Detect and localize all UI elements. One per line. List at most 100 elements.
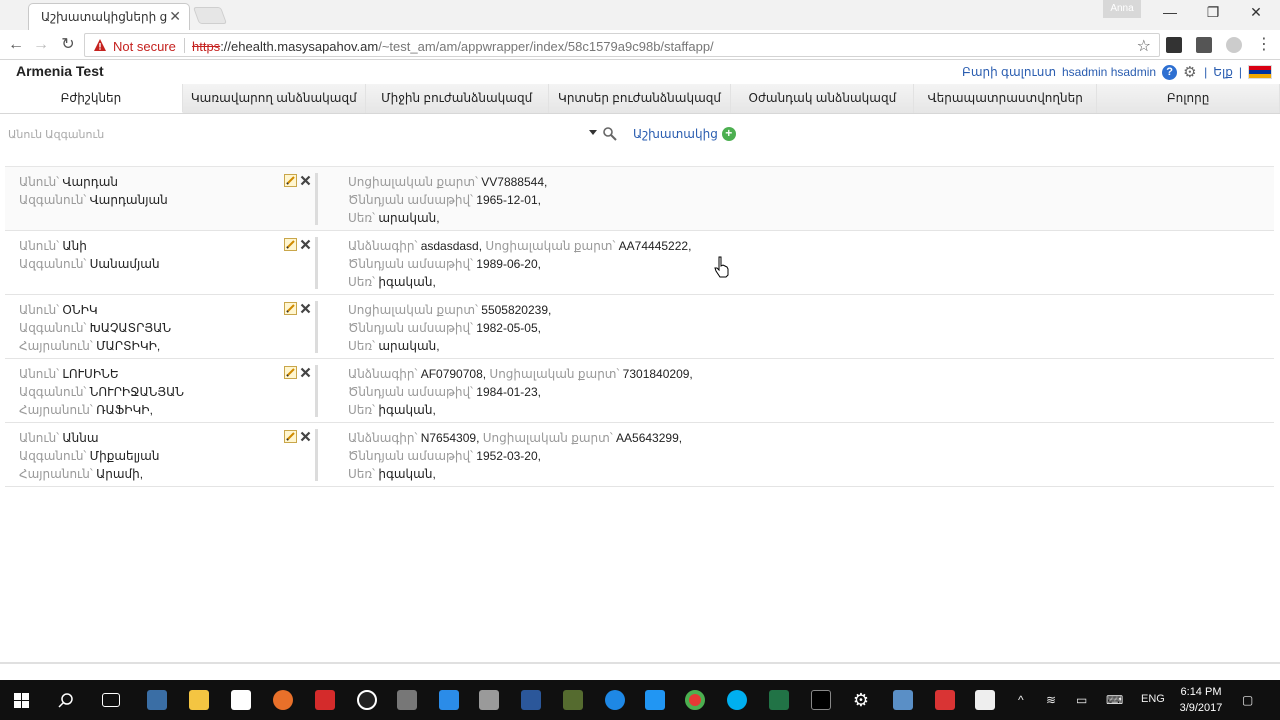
taskbar-clock[interactable]: 6:14 PM 3/9/2017 bbox=[1172, 684, 1230, 716]
staff-row[interactable]: Անուն՝ Աննա Ազգանուն՝ Միքաելյան Հայրանու… bbox=[5, 423, 1274, 487]
edit-pencil-icon[interactable] bbox=[284, 174, 297, 187]
delete-x-icon[interactable] bbox=[300, 239, 311, 250]
last-name-line: Ազգանուն՝ Միքաելյան bbox=[19, 447, 279, 465]
gender-value: իգական, bbox=[378, 275, 436, 289]
gender-line: Սեռ՝ իգական, bbox=[348, 273, 1248, 291]
chrome-icon[interactable] bbox=[685, 690, 705, 710]
user-link[interactable]: hsadmin hsadmin bbox=[1062, 65, 1156, 79]
extension-reader-icon[interactable] bbox=[1196, 37, 1212, 53]
profile-button[interactable]: Anna bbox=[1103, 0, 1141, 18]
tab-trainees[interactable]: Վերապատրաստվողներ bbox=[914, 84, 1098, 113]
browser-menu-icon[interactable]: ⋮ bbox=[1254, 35, 1274, 55]
edit-pencil-icon[interactable] bbox=[284, 366, 297, 379]
notification-icon[interactable]: ▢ bbox=[1242, 693, 1253, 707]
edit-pencil-icon[interactable] bbox=[284, 302, 297, 315]
terminal-icon[interactable] bbox=[811, 690, 831, 710]
staff-row[interactable]: Անուն՝ ՕՆԻԿ Ազգանուն՝ ԽԱՉԱՏՐՅԱՆ Հայրանու… bbox=[5, 295, 1274, 359]
forward-icon[interactable]: → bbox=[31, 35, 51, 55]
delete-x-icon[interactable] bbox=[300, 431, 311, 442]
staff-names: Անուն՝ Վարդան Ազգանուն՝ Վարդանյան bbox=[19, 173, 279, 209]
photos-icon[interactable] bbox=[975, 690, 995, 710]
dropbox-icon[interactable] bbox=[439, 690, 459, 710]
extension-k-icon[interactable] bbox=[1166, 37, 1182, 53]
birthdate-value: 1989-06-20, bbox=[476, 257, 541, 271]
social-card-value: VV7888544, bbox=[481, 175, 548, 189]
chevron-up-icon[interactable]: ^ bbox=[1018, 693, 1024, 707]
tab-doctors[interactable]: Բժիշկներ bbox=[0, 84, 183, 113]
task-view-icon[interactable] bbox=[102, 693, 120, 707]
edit-pencil-icon[interactable] bbox=[284, 430, 297, 443]
browser-tab[interactable]: Աշխատակիցների ցուց ✕ bbox=[28, 3, 190, 30]
tab-management-staff[interactable]: Կառավարող անձնակազմ bbox=[182, 84, 366, 113]
battery-icon[interactable]: ▭ bbox=[1076, 693, 1087, 707]
tab-junior-medical-staff[interactable]: Կրտսեր բուժանձնակազմ bbox=[548, 84, 732, 113]
last-name-value: Միքաելյան bbox=[89, 449, 160, 463]
first-name-line: Անուն՝ ՕՆԻԿ bbox=[19, 301, 279, 319]
window-close-icon[interactable]: ✕ bbox=[1246, 4, 1266, 22]
word-icon[interactable] bbox=[521, 690, 541, 710]
last-name-line: Ազգանուն՝ Վարդանյան bbox=[19, 191, 279, 209]
last-name-label: Ազգանուն՝ bbox=[19, 193, 90, 207]
header-links: Բարի գալուստ hsadmin hsadmin ? ⚙ | Ելք | bbox=[962, 64, 1272, 80]
browser-toolbar: ← → ↻ Not secure https://ehealth.masysap… bbox=[0, 30, 1280, 60]
chevron-down-icon[interactable] bbox=[589, 130, 597, 135]
keyboard-icon[interactable]: ⌨ bbox=[1106, 693, 1123, 707]
tab-title: Աշխատակիցների ցուց bbox=[41, 10, 167, 24]
reload-icon[interactable]: ↻ bbox=[58, 35, 78, 55]
page-bottom-border bbox=[0, 662, 1280, 664]
app-blue-icon[interactable] bbox=[645, 690, 665, 710]
last-name-line: Ազգանուն՝ ՆՈՒՐԻՋԱՆՅԱՆ bbox=[19, 383, 279, 401]
delete-x-icon[interactable] bbox=[300, 367, 311, 378]
app-window-icon[interactable] bbox=[893, 690, 913, 710]
address-bar[interactable]: Not secure https://ehealth.masysapahov.a… bbox=[84, 33, 1160, 57]
close-tab-icon[interactable]: ✕ bbox=[169, 8, 181, 25]
excel-icon[interactable] bbox=[769, 690, 789, 710]
search-icon[interactable] bbox=[602, 126, 618, 142]
edge-icon[interactable] bbox=[605, 690, 625, 710]
app-green-icon[interactable] bbox=[563, 690, 583, 710]
bookmark-star-icon[interactable]: ☆ bbox=[1137, 36, 1151, 56]
minimize-icon[interactable]: — bbox=[1160, 4, 1180, 22]
app-gray-icon[interactable] bbox=[397, 690, 417, 710]
name-search-input[interactable] bbox=[8, 124, 603, 146]
delete-x-icon[interactable] bbox=[300, 175, 311, 186]
language-indicator[interactable]: ENG bbox=[1141, 693, 1165, 705]
back-icon[interactable]: ← bbox=[6, 35, 26, 55]
tab-support-staff[interactable]: Օժանդակ անձնակազմ bbox=[731, 84, 915, 113]
tab-mid-medical-staff[interactable]: Միջին բուժանձնակազմ bbox=[365, 84, 549, 113]
delete-x-icon[interactable] bbox=[300, 303, 311, 314]
patronymic-line: Հայրանուն՝ ՄԱՐՏԻԿԻ, bbox=[19, 337, 279, 355]
windows-start-icon[interactable] bbox=[14, 693, 29, 708]
first-name-label: Անուն՝ bbox=[19, 239, 63, 253]
app-tool-icon[interactable] bbox=[479, 690, 499, 710]
passport-label: Անձնագիր՝ bbox=[348, 239, 421, 253]
tab-all[interactable]: Բոլորը bbox=[1097, 84, 1280, 113]
file-explorer-icon[interactable] bbox=[189, 690, 209, 710]
firefox-icon[interactable] bbox=[273, 690, 293, 710]
gear-icon[interactable]: ⚙ bbox=[1183, 65, 1198, 80]
staff-row[interactable]: Անուն՝ Վարդան Ազգանուն՝ Վարդանյան Սոցիալ… bbox=[5, 167, 1274, 231]
pdf-icon[interactable] bbox=[935, 690, 955, 710]
staff-row[interactable]: Անուն՝ Անի Ազգանուն՝ Սանամյան Անձնագիր՝ … bbox=[5, 231, 1274, 295]
new-tab-button[interactable] bbox=[192, 7, 228, 24]
plus-icon: + bbox=[721, 127, 736, 141]
help-icon[interactable]: ? bbox=[1162, 64, 1178, 80]
search-icon[interactable] bbox=[58, 692, 74, 708]
staff-row[interactable]: Անուն՝ ԼՈՒՍԻՆԵ Ազգանուն՝ ՆՈՒՐԻՋԱՆՅԱՆ Հայ… bbox=[5, 359, 1274, 423]
store-icon[interactable] bbox=[231, 690, 251, 710]
app-icon[interactable] bbox=[147, 690, 167, 710]
documents-line: Անձնագիր՝ asdasdasd, Սոցիալական քարտ՝ AA… bbox=[348, 237, 1248, 255]
app-red-icon[interactable] bbox=[315, 690, 335, 710]
extension-gray-icon[interactable] bbox=[1226, 37, 1242, 53]
wifi-icon[interactable]: ≋ bbox=[1046, 693, 1056, 707]
settings-gear-icon[interactable]: ⚙ bbox=[851, 690, 871, 710]
app-circle-icon[interactable] bbox=[357, 690, 377, 710]
add-staff-button[interactable]: Աշխատակից + bbox=[633, 127, 736, 141]
documents-line: Սոցիալական քարտ՝ VV7888544, bbox=[348, 173, 1248, 191]
url-scheme: https bbox=[192, 39, 221, 54]
armenian-flag-icon[interactable] bbox=[1248, 65, 1272, 79]
logout-link[interactable]: Ելք bbox=[1213, 65, 1233, 79]
edit-pencil-icon[interactable] bbox=[284, 238, 297, 251]
skype-icon[interactable] bbox=[727, 690, 747, 710]
restore-icon[interactable]: ❐ bbox=[1203, 4, 1223, 22]
